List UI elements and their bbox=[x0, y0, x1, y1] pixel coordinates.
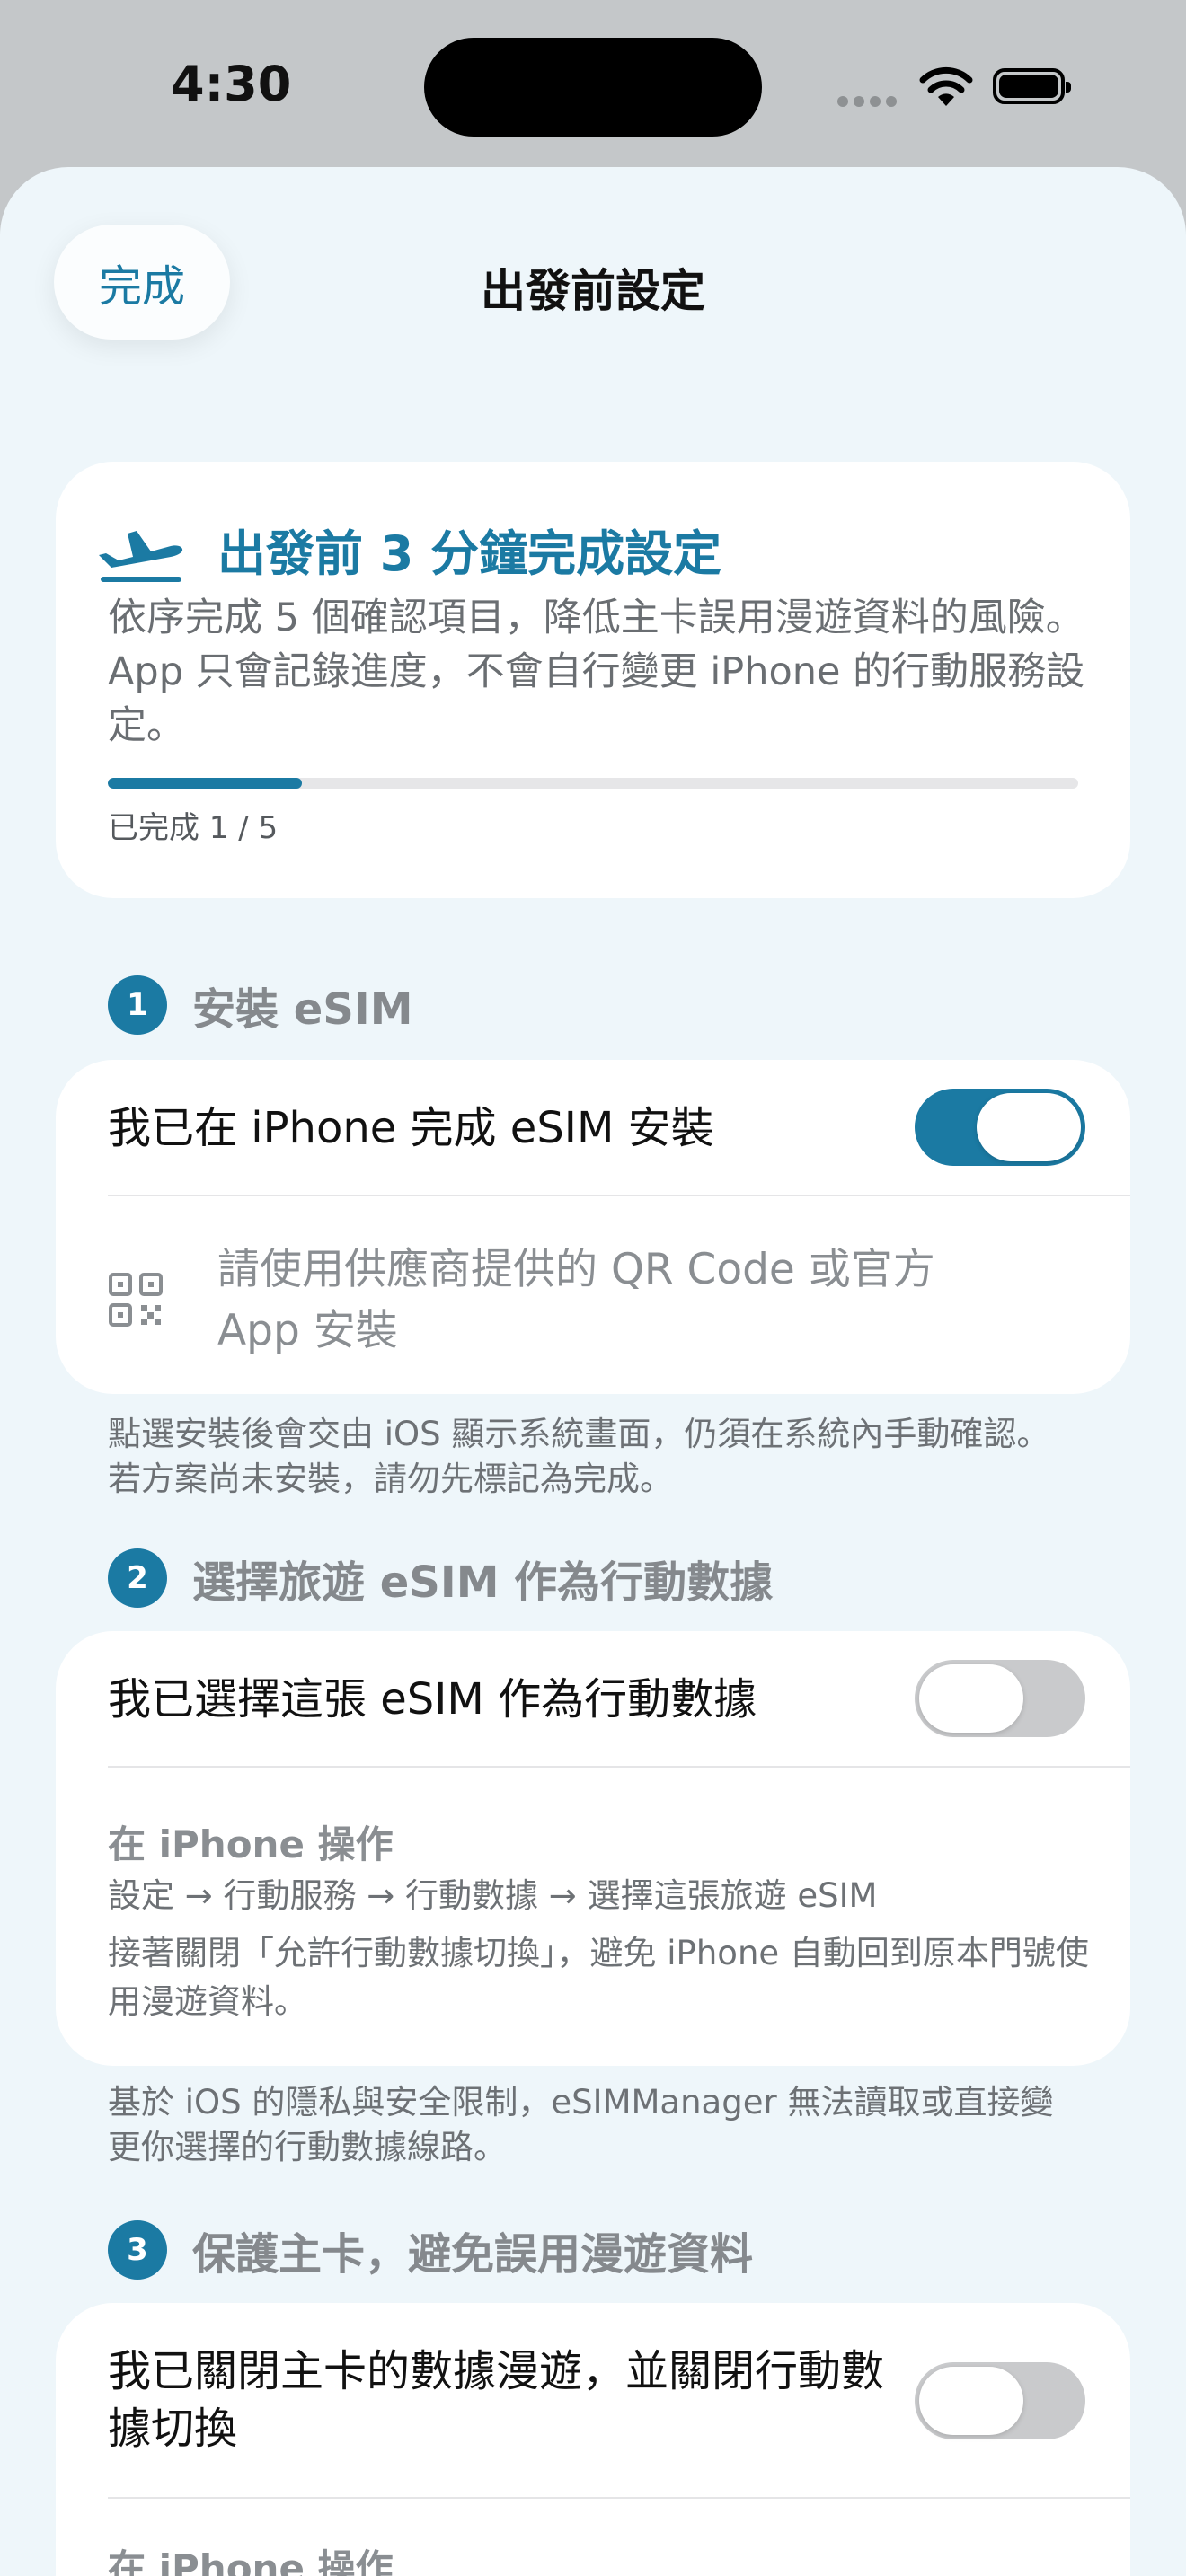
intro-description: 依序完成 5 個確認項目，降低主卡誤用漫遊資料的風險。App 只會記錄進度，不會… bbox=[108, 595, 1085, 748]
intro-card: 出發前 3 分鐘完成設定 依序完成 5 個確認項目，降低主卡誤用漫遊資料的風險。… bbox=[56, 462, 1130, 898]
instruction-heading: 在 iPhone 操作 bbox=[108, 2546, 394, 2576]
cellular-signal-icon bbox=[837, 93, 902, 110]
protect-primary-toggle-label: 我已關閉主卡的數據漫遊，並關閉行動數據切換 bbox=[108, 2346, 885, 2454]
step-number-badge: 1 bbox=[108, 975, 167, 1035]
status-time: 4:30 bbox=[171, 56, 292, 112]
mobile-data-toggle[interactable] bbox=[915, 1660, 1085, 1737]
section-title: 保護主卡，避免誤用漫遊資料 bbox=[192, 2229, 754, 2280]
section-header-mobile-data: 2 選擇旅遊 eSIM 作為行動數據 bbox=[108, 1547, 773, 1610]
install-esim-toggle-label: 我已在 iPhone 完成 eSIM 安裝 bbox=[108, 1103, 714, 1153]
instruction-note: 接著關閉「允許行動數據切換」，避免 iPhone 自動回到原本門號使用漫遊資料。 bbox=[108, 1934, 1089, 2021]
mobile-data-toggle-label: 我已選擇這張 eSIM 作為行動數據 bbox=[108, 1674, 757, 1725]
toggle-knob bbox=[919, 1664, 1023, 1733]
protect-primary-card: 我已關閉主卡的數據漫遊，並關閉行動數據切換 在 iPhone 操作 bbox=[56, 2303, 1130, 2576]
step-number-badge: 2 bbox=[108, 1548, 167, 1608]
section-header-protect-primary: 3 保護主卡，避免誤用漫遊資料 bbox=[108, 2219, 753, 2281]
install-esim-card: 我已在 iPhone 完成 eSIM 安裝 請使用供應商提供的 QR Code … bbox=[56, 1060, 1130, 1394]
protect-primary-toggle[interactable] bbox=[915, 2362, 1085, 2439]
page-title: 出發前設定 bbox=[481, 265, 705, 317]
mobile-data-footnote: 基於 iOS 的隱私與安全限制，eSIMManager 無法讀取或直接變更你選擇… bbox=[108, 2083, 1054, 2166]
install-esim-footnote: 點選安裝後會交由 iOS 顯示系統畫面，仍須在系統內手動確認。若方案尚未安裝，請… bbox=[108, 1415, 1050, 1498]
mobile-data-card: 我已選擇這張 eSIM 作為行動數據 在 iPhone 操作 設定 → 行動服務… bbox=[56, 1631, 1130, 2066]
section-title: 選擇旅遊 eSIM 作為行動數據 bbox=[192, 1557, 774, 1608]
setup-sheet: 完成 出發前設定 出發前 3 分鐘完成設定 依序完成 5 個確認項目，降低主卡誤… bbox=[0, 167, 1186, 2576]
section-header-install-esim: 1 安裝 eSIM bbox=[108, 974, 412, 1037]
intro-title: 出發前 3 分鐘完成設定 bbox=[217, 525, 722, 582]
row-divider bbox=[108, 2497, 1130, 2499]
airplane-departure-icon bbox=[99, 531, 183, 582]
setup-progress-bar bbox=[108, 778, 1078, 789]
install-esim-toggle[interactable] bbox=[915, 1089, 1085, 1166]
instruction-path: 設定 → 行動服務 → 行動數據 → 選擇這張旅遊 eSIM bbox=[108, 1876, 878, 1915]
step-number-badge: 3 bbox=[108, 2220, 167, 2280]
qr-code-icon bbox=[109, 1273, 163, 1327]
toggle-knob bbox=[977, 1093, 1081, 1161]
setup-progress-fill bbox=[108, 778, 302, 789]
row-divider bbox=[108, 1195, 1130, 1196]
instruction-heading: 在 iPhone 操作 bbox=[108, 1822, 394, 1866]
row-divider bbox=[108, 1766, 1130, 1768]
setup-progress-text: 已完成 1 / 5 bbox=[108, 810, 279, 846]
toggle-knob bbox=[919, 2367, 1023, 2435]
dynamic-island bbox=[424, 38, 762, 137]
status-bar: 4:30 bbox=[0, 0, 1186, 167]
wifi-icon bbox=[919, 66, 973, 106]
section-title: 安裝 eSIM bbox=[192, 984, 413, 1035]
install-esim-hint: 請使用供應商提供的 QR Code 或官方 App 安裝 bbox=[217, 1245, 935, 1355]
battery-icon bbox=[993, 68, 1071, 104]
